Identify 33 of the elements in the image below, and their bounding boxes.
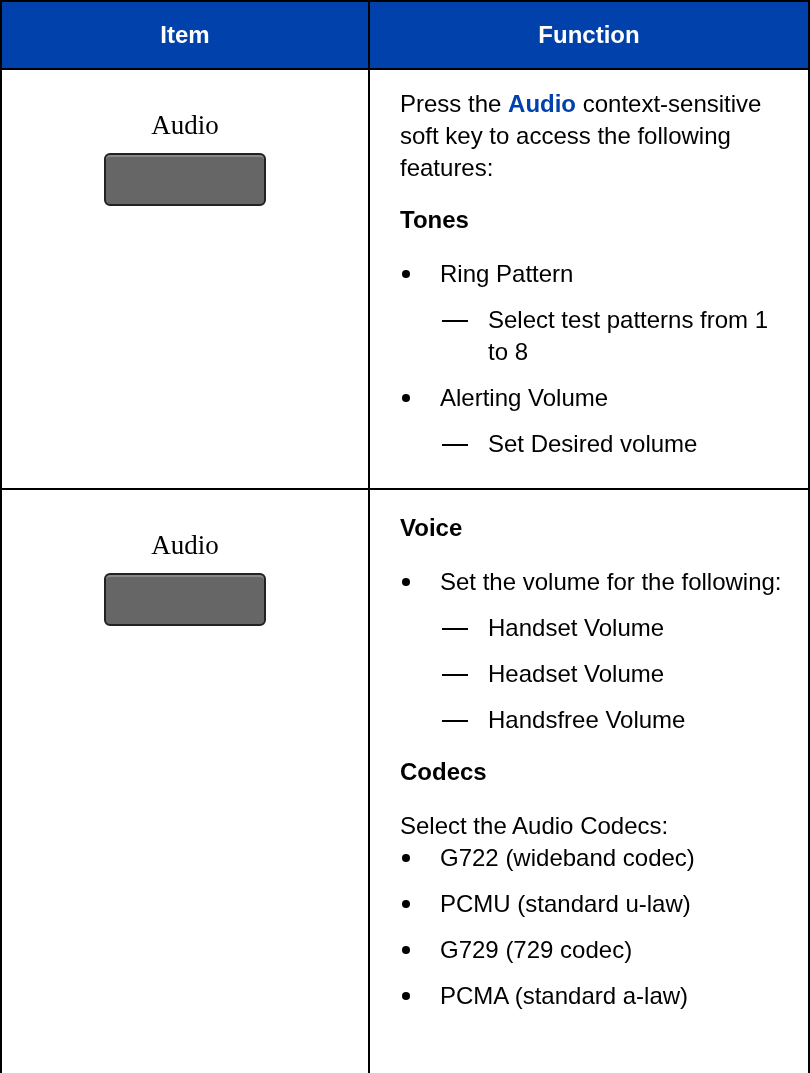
list-item: G722 (wideband codec): [440, 843, 695, 873]
section-heading: Voice: [400, 513, 463, 543]
column-header: Item: [2, 2, 370, 70]
dash-icon: [442, 320, 468, 322]
bullet-icon: [402, 854, 410, 862]
bullet-icon: [402, 992, 410, 1000]
section-heading: Tones: [400, 205, 469, 235]
list-item: Ring Pattern: [440, 259, 574, 289]
list-item: PCMU (standard u-law): [440, 889, 691, 919]
sub-list-item: Select test patterns from 1 to 8: [488, 305, 770, 367]
description-text: Select the Audio Codecs:: [400, 811, 669, 841]
sub-list-item: Headset Volume: [488, 659, 665, 689]
dash-icon: [442, 720, 468, 722]
dash-icon: [442, 444, 468, 446]
list-item: G729 (729 codec): [440, 935, 633, 965]
bullet-icon: [402, 578, 410, 586]
section-heading: Codecs: [400, 757, 487, 787]
bullet-icon: [402, 270, 410, 278]
list-item: Alerting Volume: [440, 383, 609, 413]
column-header: Function: [370, 2, 810, 70]
dash-icon: [442, 674, 468, 676]
sub-list-item: Handset Volume: [488, 613, 665, 643]
list-item: PCMA (standard a-law): [440, 981, 689, 1011]
dash-icon: [442, 628, 468, 630]
key-label: Audio: [151, 530, 219, 561]
key-label: Audio: [151, 110, 219, 141]
list-item: Set the volume for the following:: [440, 567, 782, 597]
description-text: Press the Audio context-sensitive soft key to access the following features:: [400, 89, 763, 183]
bullet-icon: [402, 900, 410, 908]
bullet-icon: [402, 946, 410, 954]
bullet-icon: [402, 394, 410, 402]
sub-list-item: Set Desired volume: [488, 429, 698, 459]
sub-list-item: Handsfree Volume: [488, 705, 686, 735]
